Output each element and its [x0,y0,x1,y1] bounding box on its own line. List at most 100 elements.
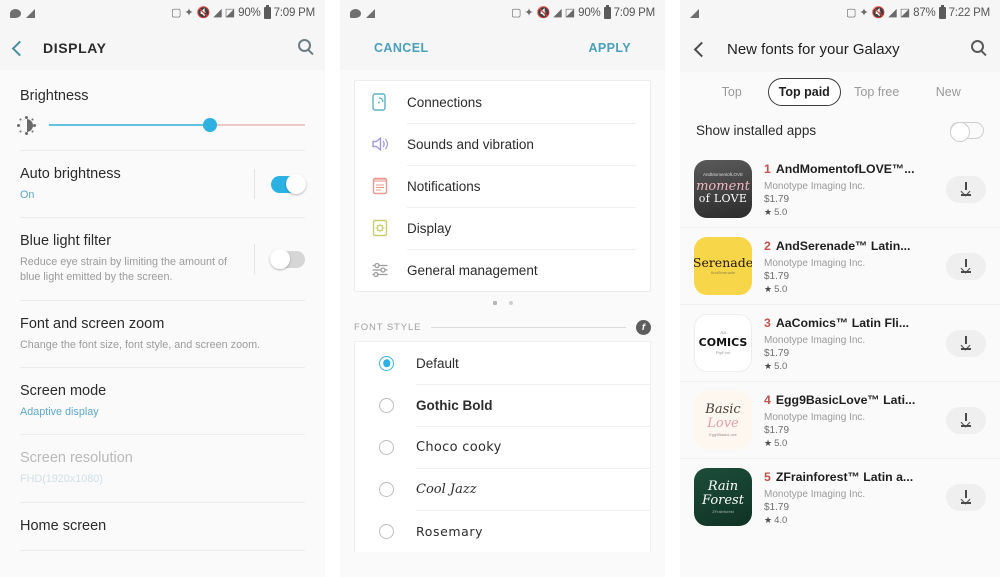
download-button[interactable] [946,329,986,357]
app-name: AaComics™ Latin Fli... [775,316,910,330]
tab-new[interactable]: New [913,79,985,105]
cancel-button[interactable]: CANCEL [374,41,428,55]
thumb-bottom-text: AndSerenade [710,270,736,276]
font-option-rosemary[interactable]: Rosemary [355,510,650,552]
signal-upload-icon [690,8,699,18]
download-button[interactable] [946,252,986,280]
show-installed-apps-row[interactable]: Show installed apps [680,116,1000,151]
list-item[interactable]: Serenade AndSerenade 2 AndSerenade™ Latin… [680,227,1000,304]
brightness-slider-row[interactable] [0,104,325,150]
app-developer: Monotype Imaging Inc. [764,489,866,500]
font-option-label: Choco cooky [416,440,502,455]
font-download-icon[interactable]: f [636,320,651,335]
list-item[interactable]: AndMomentofLOVE moment of LOVE 1 AndMomen… [680,151,1000,227]
radio-button[interactable] [379,481,394,497]
font-option-label: Cool Jazz [416,482,477,497]
vibrate-icon: ▢ [170,6,182,19]
radio-button[interactable] [379,439,394,455]
cellular-icon: ◪ [564,6,576,19]
download-button[interactable] [946,175,986,203]
radio-button[interactable] [379,523,394,539]
list-item[interactable]: Aa COMICS FlipFont 3 AaComics™ Latin Fli.… [680,304,1000,381]
app-rank: 2 [764,239,771,253]
row-label: Home screen [20,517,107,534]
brightness-label: Brightness [20,88,89,104]
apply-button[interactable]: APPLY [588,41,631,55]
back-icon[interactable] [11,40,28,56]
pager-dot[interactable] [508,301,513,305]
list-item[interactable]: Basic Love Egg9BasicLove 4 Egg9BasicLove™… [680,381,1000,458]
menu-item-general-management[interactable]: General management [355,249,650,291]
thumb-bottom-text: ZFrainforest [712,508,734,514]
slider-fill [49,124,211,126]
thumb-bottom-text: Egg9BasicLove [709,431,737,437]
setting-row-screen-mode[interactable]: Screen mode Adaptive display [0,368,325,434]
brightness-icon [20,118,33,132]
menu-item-notifications[interactable]: Notifications [355,165,650,207]
font-option-gothic-bold[interactable]: Gothic Bold [355,384,650,426]
tab-top[interactable]: Top [696,79,768,105]
bluetooth-icon: ✦ [184,6,194,19]
battery-icon [938,5,946,19]
download-button[interactable] [946,483,986,511]
screenshot-root: ▢ ✦ 🔇 ◢ ◪ 90% 7:09 PM DISPLAY Brightness [0,0,1000,577]
app-rank: 1 [764,162,771,176]
phone-screen-font-style: ▢ ✦ 🔇 ◢ ◪ 90% 7:09 PM CANCEL APPLY Conne [340,0,665,577]
radio-button[interactable] [379,355,394,371]
app-price: $1.79 [764,425,790,436]
search-icon[interactable] [971,40,984,58]
status-bar: ▢ ✦ 🔇 ◢ ◪ 87% 7:22 PM [680,0,1000,26]
row-text: Blue light filter Reduce eye strain by l… [20,232,254,286]
menu-item-display[interactable]: Display [355,207,650,249]
menu-item-label: Sounds and vibration [407,123,636,165]
page-title: New fonts for your Galaxy [727,40,900,58]
battery-icon [263,5,271,19]
app-info: 5 ZFrainforest™ Latin a... Monotype Imagi… [764,468,934,526]
row-text: Auto brightness On [20,165,254,203]
font-app-list: AndMomentofLOVE moment of LOVE 1 AndMomen… [680,151,1000,535]
bluetooth-icon: ✦ [524,6,534,19]
font-option-default[interactable]: Default [355,342,650,384]
setting-row-home-screen[interactable]: Home screen [0,503,325,551]
message-icon [10,8,21,18]
thumb-top-text: AndMomentofLOVE [702,172,744,178]
star-icon: ★ [764,515,773,525]
app-developer: Monotype Imaging Inc. [764,258,866,269]
font-option-choco-cooky[interactable]: Choco cooky [355,426,650,468]
radio-button[interactable] [379,397,394,413]
tab-top-paid[interactable]: Top paid [767,78,841,106]
sound-icon [369,133,391,155]
setting-row-font-and-screen-zoom[interactable]: Font and screen zoom Change the font siz… [0,301,325,367]
status-bar-right: ▢ ✦ 🔇 ◢ ◪ 90% 7:09 PM [170,5,315,19]
font-option-cool-jazz[interactable]: Cool Jazz [355,468,650,510]
setting-row-blue-light-filter[interactable]: Blue light filter Reduce eye strain by l… [0,218,325,300]
show-installed-apps-toggle[interactable] [949,121,984,142]
toggle-container[interactable] [254,169,306,200]
setting-row-auto-brightness[interactable]: Auto brightness On [0,151,325,217]
panel-gap [665,0,680,577]
menu-item-connections[interactable]: Connections [355,81,650,123]
search-icon[interactable] [298,39,311,57]
download-button[interactable] [946,406,986,434]
list-item[interactable]: Rain Forest ZFrainforest 5 ZFrainforest™ … [680,458,1000,535]
star-icon: ★ [764,207,773,217]
slider-knob[interactable] [203,118,218,132]
tab-top-free[interactable]: Top free [841,79,913,105]
app-info: 2 AndSerenade™ Latin... Monotype Imaging … [764,237,934,295]
notifications-icon [369,175,391,197]
thumb-line1: Rain [707,479,739,495]
wifi-icon: ◢ [553,6,562,19]
toggle-container[interactable] [254,244,305,275]
message-icon [350,8,361,18]
row-sublabel: On [20,188,35,201]
pager-dot-active[interactable] [492,301,497,305]
back-icon[interactable] [693,41,710,57]
mute-icon: 🔇 [536,6,551,19]
app-price: $1.79 [764,502,790,513]
brightness-slider[interactable] [49,118,305,132]
blue-light-filter-toggle[interactable] [270,249,305,270]
auto-brightness-toggle[interactable] [271,174,306,195]
status-bar-left [10,8,35,18]
menu-item-sounds-and-vibration[interactable]: Sounds and vibration [355,123,650,165]
bluetooth-icon: ✦ [859,6,869,19]
